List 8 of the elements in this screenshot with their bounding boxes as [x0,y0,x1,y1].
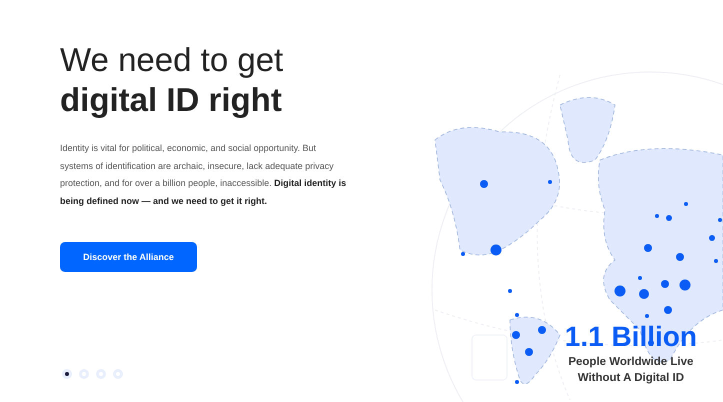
discover-button[interactable]: Discover the Alliance [60,242,197,272]
carousel-dot[interactable] [62,369,72,379]
heading: We need to get [60,40,284,80]
heading: digital ID right [60,80,283,120]
stat-caption: Without A Digital ID [578,371,684,386]
stat-value: 1.1 Billion [564,320,697,354]
intro-paragraph: Identity is vital for political, economic, and social opportunity. But systems of identification are archaic, insecure, lack adequate privacy protection, and for over a billion people, inaccessible. Digital identity is being defined now — and we need to get it right. [60,142,348,208]
stat-caption: People Worldwide Live [568,355,694,370]
